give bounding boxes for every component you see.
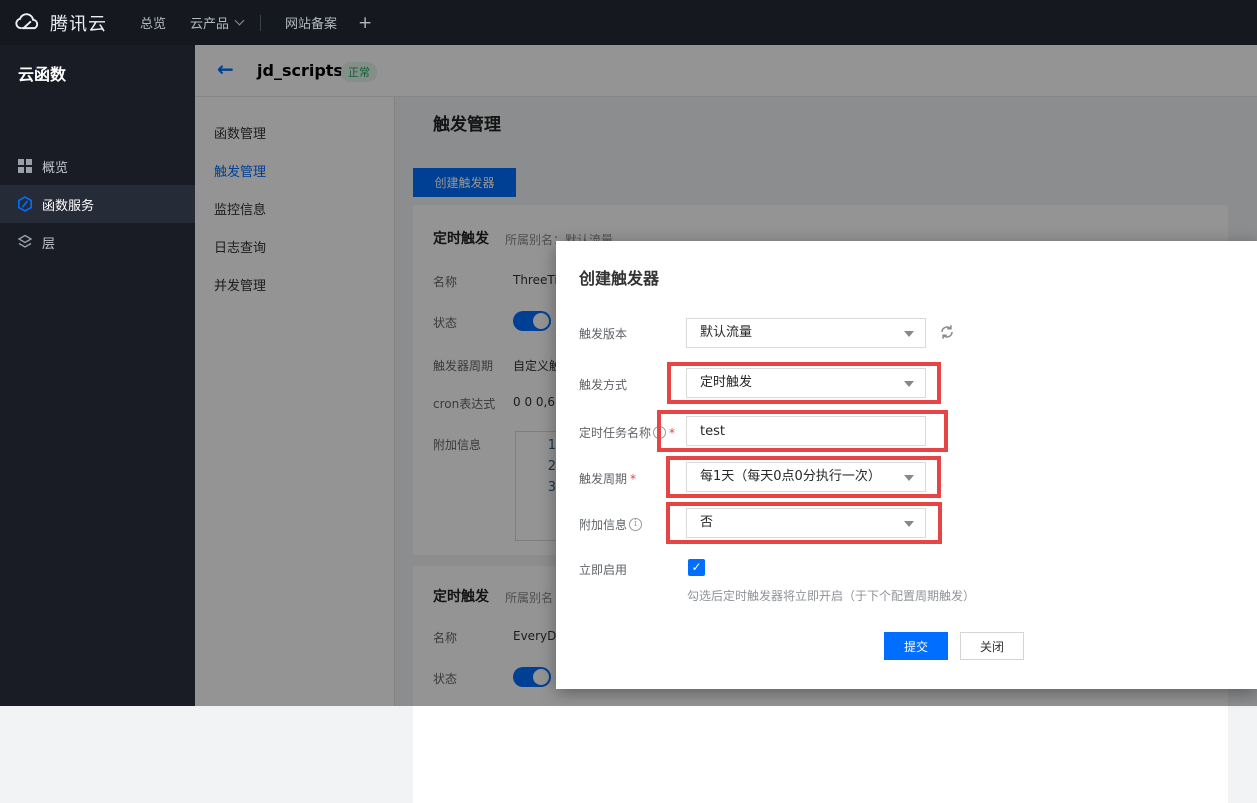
- nav-overview[interactable]: 总览: [140, 0, 166, 45]
- add-tab-button[interactable]: +: [358, 0, 372, 45]
- method-select[interactable]: 定时触发: [686, 368, 926, 398]
- cycle-label: 触发周期*: [579, 470, 636, 487]
- sidebar-item-layers[interactable]: 层: [0, 223, 195, 261]
- product-sidebar: 云函数 概览 函数服务 层: [0, 45, 195, 706]
- method-label: 触发方式: [579, 376, 627, 393]
- grid-icon: [17, 158, 33, 174]
- chevron-down-icon: [235, 16, 245, 26]
- task-name-input[interactable]: [686, 416, 926, 446]
- submit-button[interactable]: 提交: [884, 632, 948, 660]
- nav-divider: [260, 15, 261, 31]
- cycle-select[interactable]: 每1天（每天0点0分执行一次）: [686, 462, 926, 492]
- chevron-down-icon: [904, 475, 914, 481]
- layers-icon: [17, 234, 33, 250]
- extra-info-label: 附加信息i: [579, 516, 642, 533]
- cloud-logo-icon: [14, 9, 41, 36]
- task-name-label: 定时任务名称i*: [579, 424, 675, 441]
- sidebar-item-label: 函数服务: [42, 195, 94, 214]
- create-trigger-modal: 创建触发器 触发版本 默认流量 触发方式 定时触发 定时任务名称i* 触发周期*…: [556, 241, 1257, 689]
- refresh-icon[interactable]: [938, 323, 956, 341]
- enable-now-label: 立即启用: [579, 561, 627, 578]
- info-icon: i: [653, 426, 666, 439]
- enable-now-hint: 勾选后定时触发器将立即开启（于下个配置周期触发）: [687, 587, 975, 604]
- close-button[interactable]: 关闭: [960, 632, 1024, 660]
- enable-now-checkbox[interactable]: ✓: [688, 559, 705, 576]
- function-hexagon-icon: [17, 196, 33, 212]
- sidebar-item-label: 层: [42, 233, 55, 252]
- version-select[interactable]: 默认流量: [686, 318, 926, 348]
- extra-info-select[interactable]: 否: [686, 508, 926, 538]
- chevron-down-icon: [904, 331, 914, 337]
- nav-cloud-products[interactable]: 云产品: [190, 0, 243, 45]
- version-label: 触发版本: [579, 325, 627, 342]
- brand-label: 腾讯云: [50, 10, 107, 36]
- sidebar-item-overview[interactable]: 概览: [0, 147, 195, 185]
- chevron-down-icon: [904, 521, 914, 527]
- nav-beian[interactable]: 网站备案: [285, 0, 337, 45]
- sidebar-item-function-service[interactable]: 函数服务: [0, 185, 195, 223]
- check-icon: ✓: [691, 560, 701, 574]
- sidebar-title: 云函数: [18, 61, 66, 85]
- sidebar-item-label: 概览: [42, 157, 68, 176]
- tencent-cloud-brand[interactable]: 腾讯云: [14, 0, 107, 45]
- info-icon: i: [629, 518, 642, 531]
- top-navbar: 腾讯云 总览 云产品 网站备案 +: [0, 0, 1257, 45]
- chevron-down-icon: [904, 381, 914, 387]
- modal-title: 创建触发器: [579, 265, 659, 289]
